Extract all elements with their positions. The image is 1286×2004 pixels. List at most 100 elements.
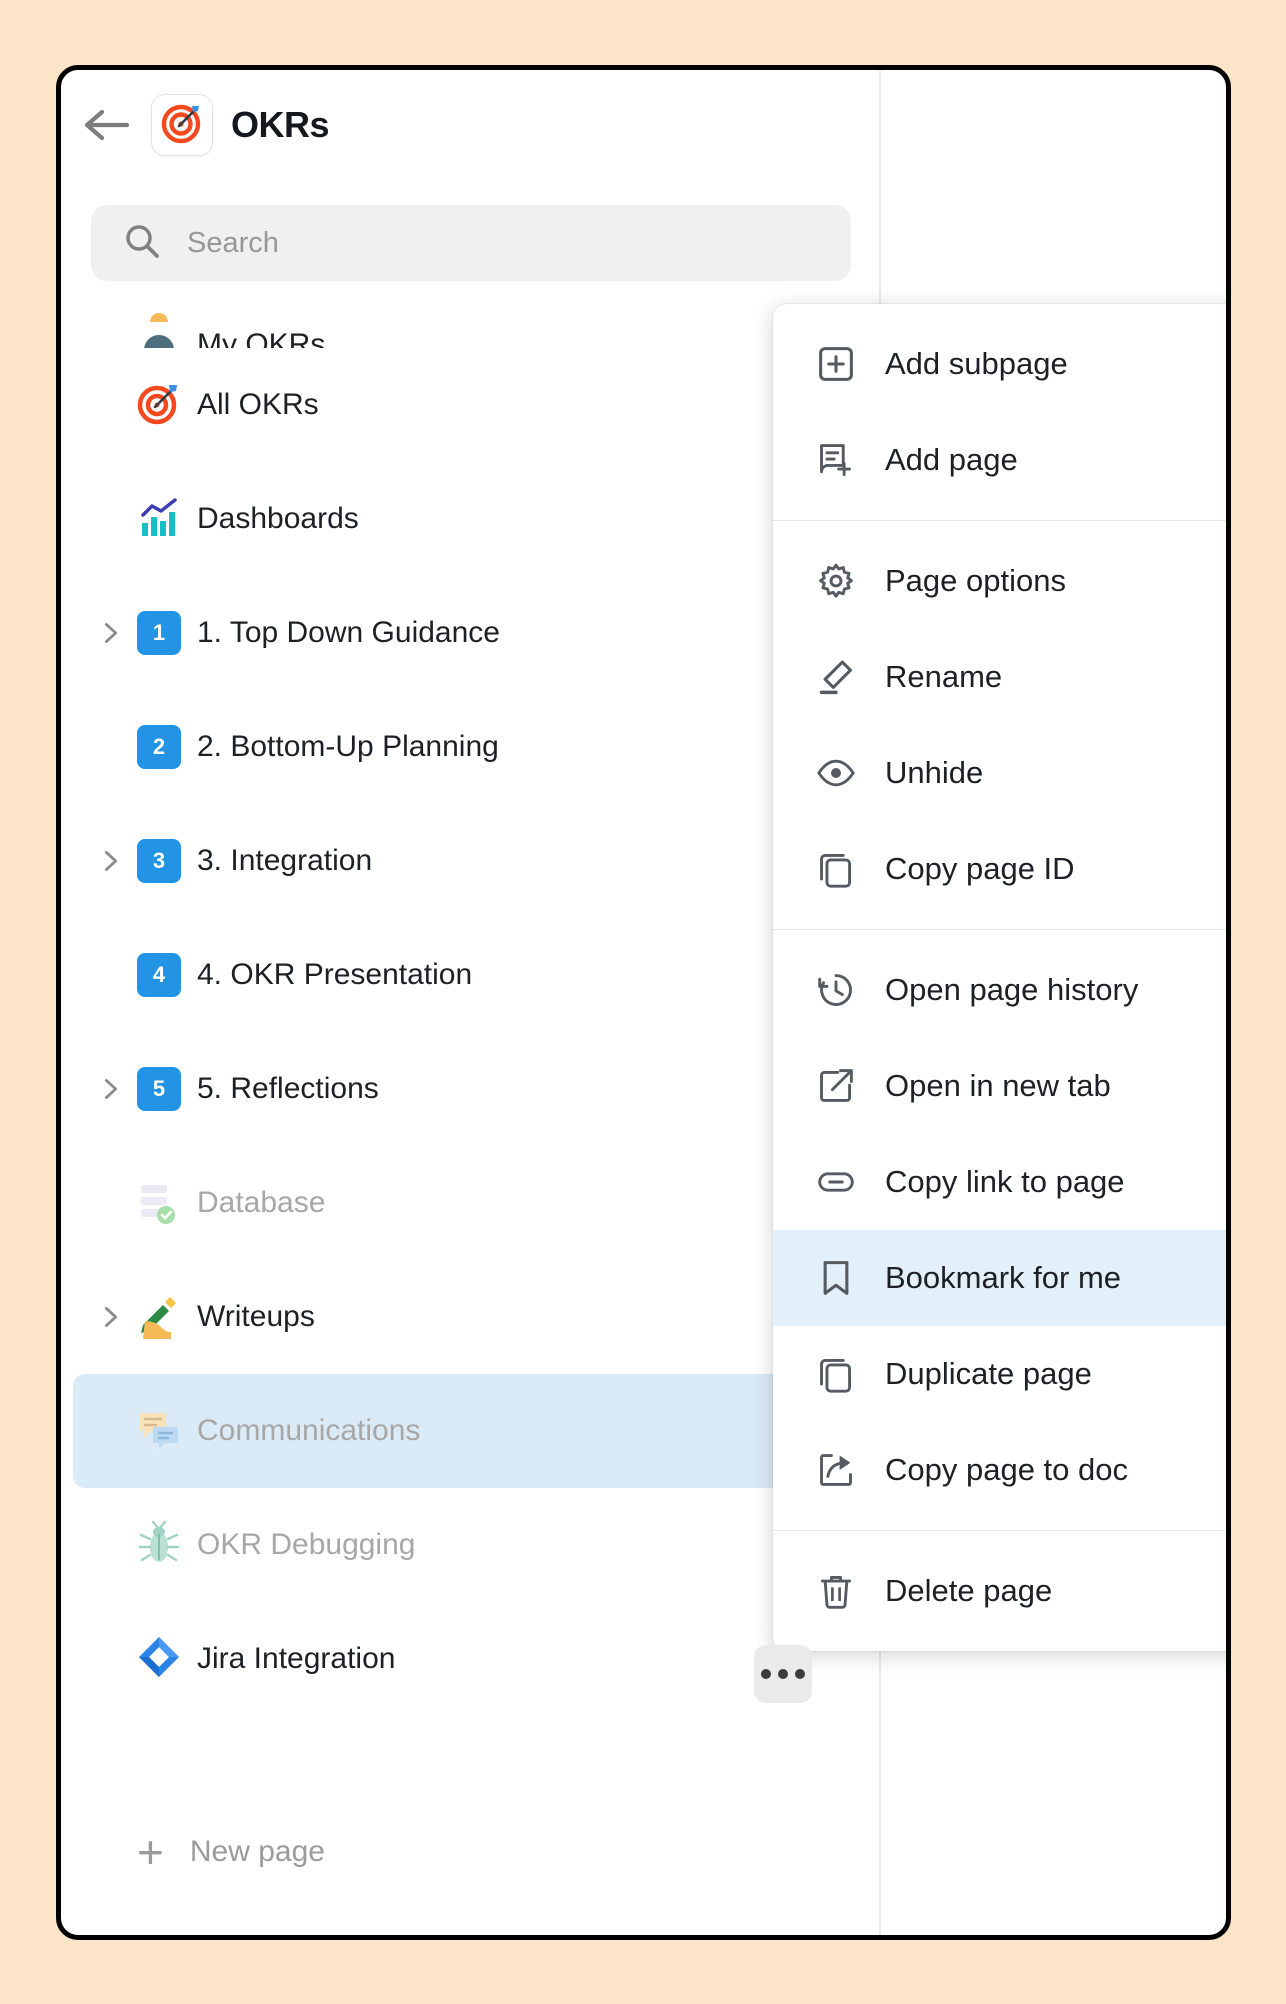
- menu-item-add-subpage[interactable]: Add subpage: [773, 316, 1226, 412]
- bug-emoji: [135, 1519, 183, 1572]
- menu-item-copy-page-to-doc[interactable]: Copy page to doc: [773, 1422, 1226, 1518]
- sidebar-item-label: 4. OKR Presentation: [197, 958, 473, 991]
- menu-item-bookmark-for-me[interactable]: Bookmark for me: [773, 1230, 1226, 1326]
- sidebar-item-database[interactable]: Database: [73, 1146, 867, 1260]
- sidebar-item-icon: 1: [131, 605, 187, 661]
- menu-item-copy-link-to-page[interactable]: Copy link to page: [773, 1134, 1226, 1230]
- eye-icon: [815, 752, 857, 794]
- menu-item-open-in-new-tab[interactable]: Open in new tab: [773, 1038, 1226, 1134]
- writing-hand-emoji: [135, 1291, 183, 1344]
- sidebar-item-label: My OKRs: [197, 328, 326, 348]
- context-menu-group: Open page history Open in new tab Copy lin…: [773, 929, 1226, 1530]
- trash-icon: [815, 1570, 857, 1612]
- number-chip-1: 1: [137, 611, 181, 655]
- sidebar-item-icon: [131, 1289, 187, 1345]
- sidebar-item-icon: 3: [131, 833, 187, 889]
- bar-chart-emoji: [135, 493, 183, 546]
- back-button[interactable]: [81, 99, 133, 151]
- sidebar-item-label: 5. Reflections: [197, 1072, 379, 1105]
- sidebar-item-writeups[interactable]: Writeups: [73, 1260, 867, 1374]
- menu-item-open-page-history[interactable]: Open page history: [773, 942, 1226, 1038]
- menu-item-label: Add subpage: [885, 346, 1068, 381]
- speech-balloons-emoji: [135, 1405, 183, 1458]
- copy-icon: [815, 848, 857, 890]
- new-page-button[interactable]: + New page: [61, 1807, 879, 1897]
- gear-icon: [815, 560, 857, 602]
- sidebar-item-icon: [131, 491, 187, 547]
- sidebar-item-5-reflections[interactable]: 5 5. Reflections: [73, 1032, 867, 1146]
- context-menu-group: Delete page: [773, 1530, 1226, 1651]
- sidebar-item-label: Communications: [197, 1414, 421, 1447]
- sidebar-item-label: Jira Integration: [197, 1642, 396, 1675]
- search-input[interactable]: Search: [91, 205, 851, 281]
- menu-item-label: Delete page: [885, 1573, 1053, 1608]
- sidebar-item-my-okrs[interactable]: My OKRs: [73, 288, 867, 348]
- sidebar-item-icon: 2: [131, 719, 187, 775]
- context-menu-group: Add subpage Add page: [773, 304, 1226, 520]
- expand-chevron-icon[interactable]: [91, 1303, 131, 1331]
- app-window: OKRs Search My OKRs All OKRs Dashboards 1 1.…: [56, 65, 1231, 1940]
- target-dartboard-emoji: [135, 379, 183, 432]
- menu-item-label: Add page: [885, 442, 1018, 477]
- sidebar-item-label: All OKRs: [197, 388, 319, 421]
- sidebar-item-icon: [131, 1403, 187, 1459]
- page-context-menu: Add subpage Add page Page options Rename Unh…: [773, 304, 1226, 1651]
- sidebar-item-label: 3. Integration: [197, 844, 373, 877]
- bust-in-silhouette-emoji: [135, 308, 183, 348]
- menu-item-label: Copy link to page: [885, 1164, 1125, 1199]
- menu-item-duplicate-page[interactable]: Duplicate page: [773, 1326, 1226, 1422]
- sidebar-item-3-integration[interactable]: 3 3. Integration: [73, 804, 867, 918]
- sidebar-item-icon: [131, 1517, 187, 1573]
- sidebar-item-label: Writeups: [197, 1300, 315, 1333]
- history-clock-icon: [815, 969, 857, 1011]
- page-title: OKRs: [231, 104, 330, 145]
- copy-icon: [815, 1353, 857, 1395]
- external-link-icon: [815, 1065, 857, 1107]
- menu-item-copy-page-id[interactable]: Copy page ID: [773, 821, 1226, 917]
- new-page-label: New page: [189, 1835, 325, 1868]
- screen: OKRs Search My OKRs All OKRs Dashboards 1 1.…: [0, 0, 1286, 2004]
- expand-chevron-icon[interactable]: [91, 847, 131, 875]
- menu-item-page-options[interactable]: Page options: [773, 533, 1226, 629]
- sidebar-item-icon: 4: [131, 947, 187, 1003]
- menu-item-rename[interactable]: Rename: [773, 629, 1226, 725]
- menu-item-label: Open page history: [885, 972, 1139, 1007]
- sidebar-item-okr-debugging[interactable]: OKR Debugging: [73, 1488, 867, 1602]
- sidebar-item-icon: 5: [131, 1061, 187, 1117]
- app-icon: [151, 94, 213, 156]
- search-placeholder: Search: [187, 226, 279, 259]
- arrow-left-icon: [84, 108, 130, 142]
- sidebar-item-icon: [131, 306, 187, 348]
- menu-item-label: Copy page ID: [885, 851, 1075, 886]
- chain-link-icon: [815, 1161, 857, 1203]
- row-more-options-button[interactable]: [754, 1645, 812, 1703]
- jira-diamond-icon: [135, 1633, 183, 1686]
- sidebar-item-all-okrs[interactable]: All OKRs: [73, 348, 867, 462]
- menu-item-label: Bookmark for me: [885, 1260, 1122, 1295]
- menu-item-unhide[interactable]: Unhide: [773, 725, 1226, 821]
- sidebar-item-4-okr-presentation[interactable]: 4 4. OKR Presentation: [73, 918, 867, 1032]
- menu-item-label: Unhide: [885, 755, 984, 790]
- number-chip-4: 4: [137, 953, 181, 997]
- bookmark-icon: [815, 1257, 857, 1299]
- expand-chevron-icon[interactable]: [91, 1075, 131, 1103]
- sidebar-item-2-bottom-up-planning[interactable]: 2 2. Bottom-Up Planning: [73, 690, 867, 804]
- sidebar-item-icon: [131, 377, 187, 433]
- sidebar-item-jira-integration[interactable]: Jira Integration: [73, 1602, 867, 1716]
- sidebar-item-communications[interactable]: Communications: [73, 1374, 867, 1488]
- sidebar-item-dashboards[interactable]: Dashboards: [73, 462, 867, 576]
- menu-item-add-page[interactable]: Add page: [773, 412, 1226, 508]
- menu-item-label: Page options: [885, 563, 1066, 598]
- plus-icon: +: [137, 1825, 164, 1878]
- sidebar-item-icon: [131, 1631, 187, 1687]
- sidebar-item-1-top-down-guidance[interactable]: 1 1. Top Down Guidance: [73, 576, 867, 690]
- expand-chevron-icon[interactable]: [91, 619, 131, 647]
- sidebar-item-label: Database: [197, 1186, 326, 1219]
- menu-item-label: Copy page to doc: [885, 1452, 1129, 1487]
- context-menu-group: Page options Rename Unhide Copy page ID: [773, 520, 1226, 929]
- sidebar-item-label: Dashboards: [197, 502, 359, 535]
- more-horizontal-icon: [761, 1669, 805, 1679]
- menu-item-label: Duplicate page: [885, 1356, 1092, 1391]
- sidebar-item-label: OKR Debugging: [197, 1528, 416, 1561]
- menu-item-delete-page[interactable]: Delete page: [773, 1543, 1226, 1639]
